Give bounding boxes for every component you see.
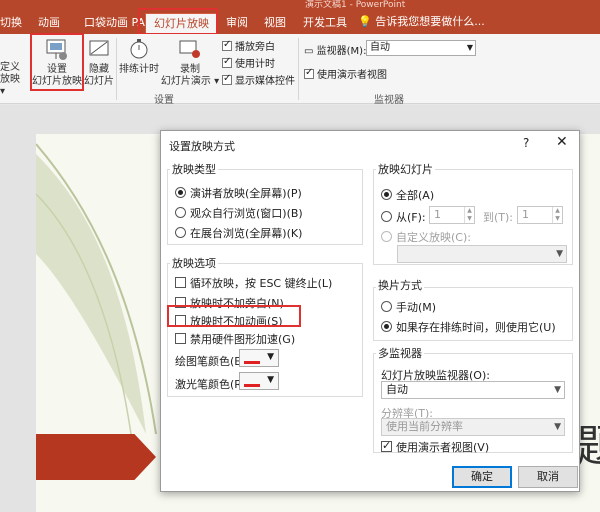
tab-review[interactable]: 审阅 [226,13,248,34]
record-icon [179,40,200,58]
cancel-button[interactable]: 取消 [518,466,578,488]
monitor-label: ▭ 监视器(M): [304,46,367,57]
close-icon[interactable]: ✕ [556,134,568,150]
slide-arrow-shape [36,434,156,480]
rehearse-timings-button[interactable]: 排练计时 [118,36,160,76]
show-type-legend: 放映类型 [170,161,218,177]
ok-button[interactable]: 确定 [452,466,512,488]
help-icon[interactable]: ? [523,136,529,150]
tab-animations[interactable]: 动画 [38,13,60,34]
group-label-monitors: 监视器 [374,95,404,106]
tab-slideshow[interactable]: 幻灯片放映 [145,13,218,34]
chevron-down-icon: ▼ [554,422,561,432]
laser-color-picker[interactable]: ▼ [239,372,279,390]
radio-icon [175,227,186,238]
tab-developer[interactable]: 开发工具 [303,13,347,34]
tell-me-box[interactable]: 💡 告诉我您想要做什么... [358,13,485,29]
tab-view[interactable]: 视图 [264,13,286,34]
check-presenter-view[interactable]: 使用演示者视图(V) [381,439,489,455]
spinner-arrows-icon: ▲ ▼ [552,207,562,223]
checkbox-icon [304,67,314,79]
spinner-arrows-icon: ▲ ▼ [464,207,474,223]
chevron-down-icon: ▼ [267,352,274,362]
show-slides-legend: 放映幻灯片 [376,161,435,177]
leaf-decoration [36,143,157,435]
stopwatch-icon [130,39,148,59]
check-play-narrations[interactable]: 播放旁白 [222,38,275,53]
check-use-presenter-view[interactable]: 使用演示者视图 [304,66,387,81]
monitors-legend: 多监视器 [376,345,424,361]
tab-transitions[interactable]: 切换 [0,13,22,34]
show-options-legend: 放映选项 [170,255,218,271]
slideshow-monitor-select[interactable]: 自动 ▼ [381,381,565,399]
custom-show-button[interactable]: 定义 放映▾ [0,62,20,98]
from-slide-input[interactable]: 1 ▲ ▼ [429,206,475,224]
radio-kiosk[interactable]: 在展台浏览(全屏幕)(K) [175,225,302,241]
radio-custom-show[interactable]: 自定义放映(C): [381,229,471,245]
radio-presenter[interactable]: 演讲者放映(全屏幕)(P) [175,185,302,201]
checkbox-icon [175,333,186,344]
monitor-select[interactable]: 自动 ▼ [366,40,476,56]
radio-icon [381,189,392,200]
chevron-down-icon: ▼ [556,249,563,259]
checkbox-icon [222,56,232,68]
pen-icon [244,352,260,364]
radio-icon [381,301,392,312]
dialog-title: 设置放映方式 [169,140,235,153]
check-loop[interactable]: 循环放映，按 ESC 键终止(L) [175,275,332,291]
check-show-media-controls[interactable]: 显示媒体控件 [222,72,295,87]
title-bar: 演示文稿1 - PowerPoint [0,0,600,10]
radio-icon [381,231,392,242]
to-slide-label: 到(T): [483,211,514,224]
checkbox-icon [222,39,232,51]
hide-slide-icon [89,40,109,56]
checkbox-icon [222,73,232,85]
check-use-timings[interactable]: 使用计时 [222,55,275,70]
tab-pocket-animation[interactable]: 口袋动画 PA [84,13,145,34]
chevron-down-icon: ▼ [554,385,561,395]
ribbon-tab-bar: 切换 动画 口袋动画 PA 幻灯片放映 审阅 视图 开发工具 💡 告诉我您想要做… [0,10,600,34]
chevron-down-icon: ▼ [267,375,274,385]
advance-legend: 换片方式 [376,277,424,293]
check-no-narration[interactable]: 放映时不加旁白(N) [175,295,284,311]
setup-show-dialog: 设置放映方式 ? ✕ 放映类型 演讲者放映(全屏幕)(P) 观众自行浏览(窗口)… [160,130,580,492]
radio-use-timings[interactable]: 如果存在排练时间，则使用它(U) [381,319,556,335]
radio-manual[interactable]: 手动(M) [381,299,436,315]
check-disable-hw-accel[interactable]: 禁用硬件图形加速(G) [175,331,295,347]
to-slide-input[interactable]: 1 ▲ ▼ [517,206,563,224]
radio-from-slide[interactable]: 从(F): [381,209,426,225]
hide-slide-button[interactable]: 隐藏 幻灯片 [84,36,114,88]
lightbulb-icon: 💡 [358,15,372,28]
radio-individual[interactable]: 观众自行浏览(窗口)(B) [175,205,303,221]
resolution-select[interactable]: 使用当前分辨率 ▼ [381,418,565,436]
record-slideshow-button[interactable]: 录制 幻灯片演示 ▾ [160,36,220,88]
custom-show-select[interactable]: ▼ [397,245,567,263]
radio-icon [381,321,392,332]
radio-icon [175,187,186,198]
checkbox-icon [175,277,186,288]
pen-color-picker[interactable]: ▼ [239,349,279,367]
ribbon-separator [298,38,299,100]
ribbon-separator [116,38,117,100]
setup-slideshow-icon [46,39,67,60]
radio-all-slides[interactable]: 全部(A) [381,187,434,203]
checkbox-icon [175,315,186,326]
check-no-animation[interactable]: 放映时不加动画(S) [175,313,283,329]
window-title: 演示文稿1 - PowerPoint [305,0,406,10]
monitor-icon: ▭ [304,46,314,57]
group-label-setup: 设置 [154,95,174,106]
chevron-down-icon: ▼ [466,43,473,52]
checkbox-icon [381,439,392,452]
checkbox-icon [175,297,186,308]
setup-slideshow-button[interactable]: 设置 幻灯片放映 [32,36,82,88]
radio-icon [175,207,186,218]
ribbon: 定义 放映▾ 设置 幻灯片放映 隐藏 幻灯片 排练计时 录制 幻灯片演示 ▾ ✓… [0,34,600,106]
pen-icon [244,375,260,387]
radio-icon [381,211,392,222]
